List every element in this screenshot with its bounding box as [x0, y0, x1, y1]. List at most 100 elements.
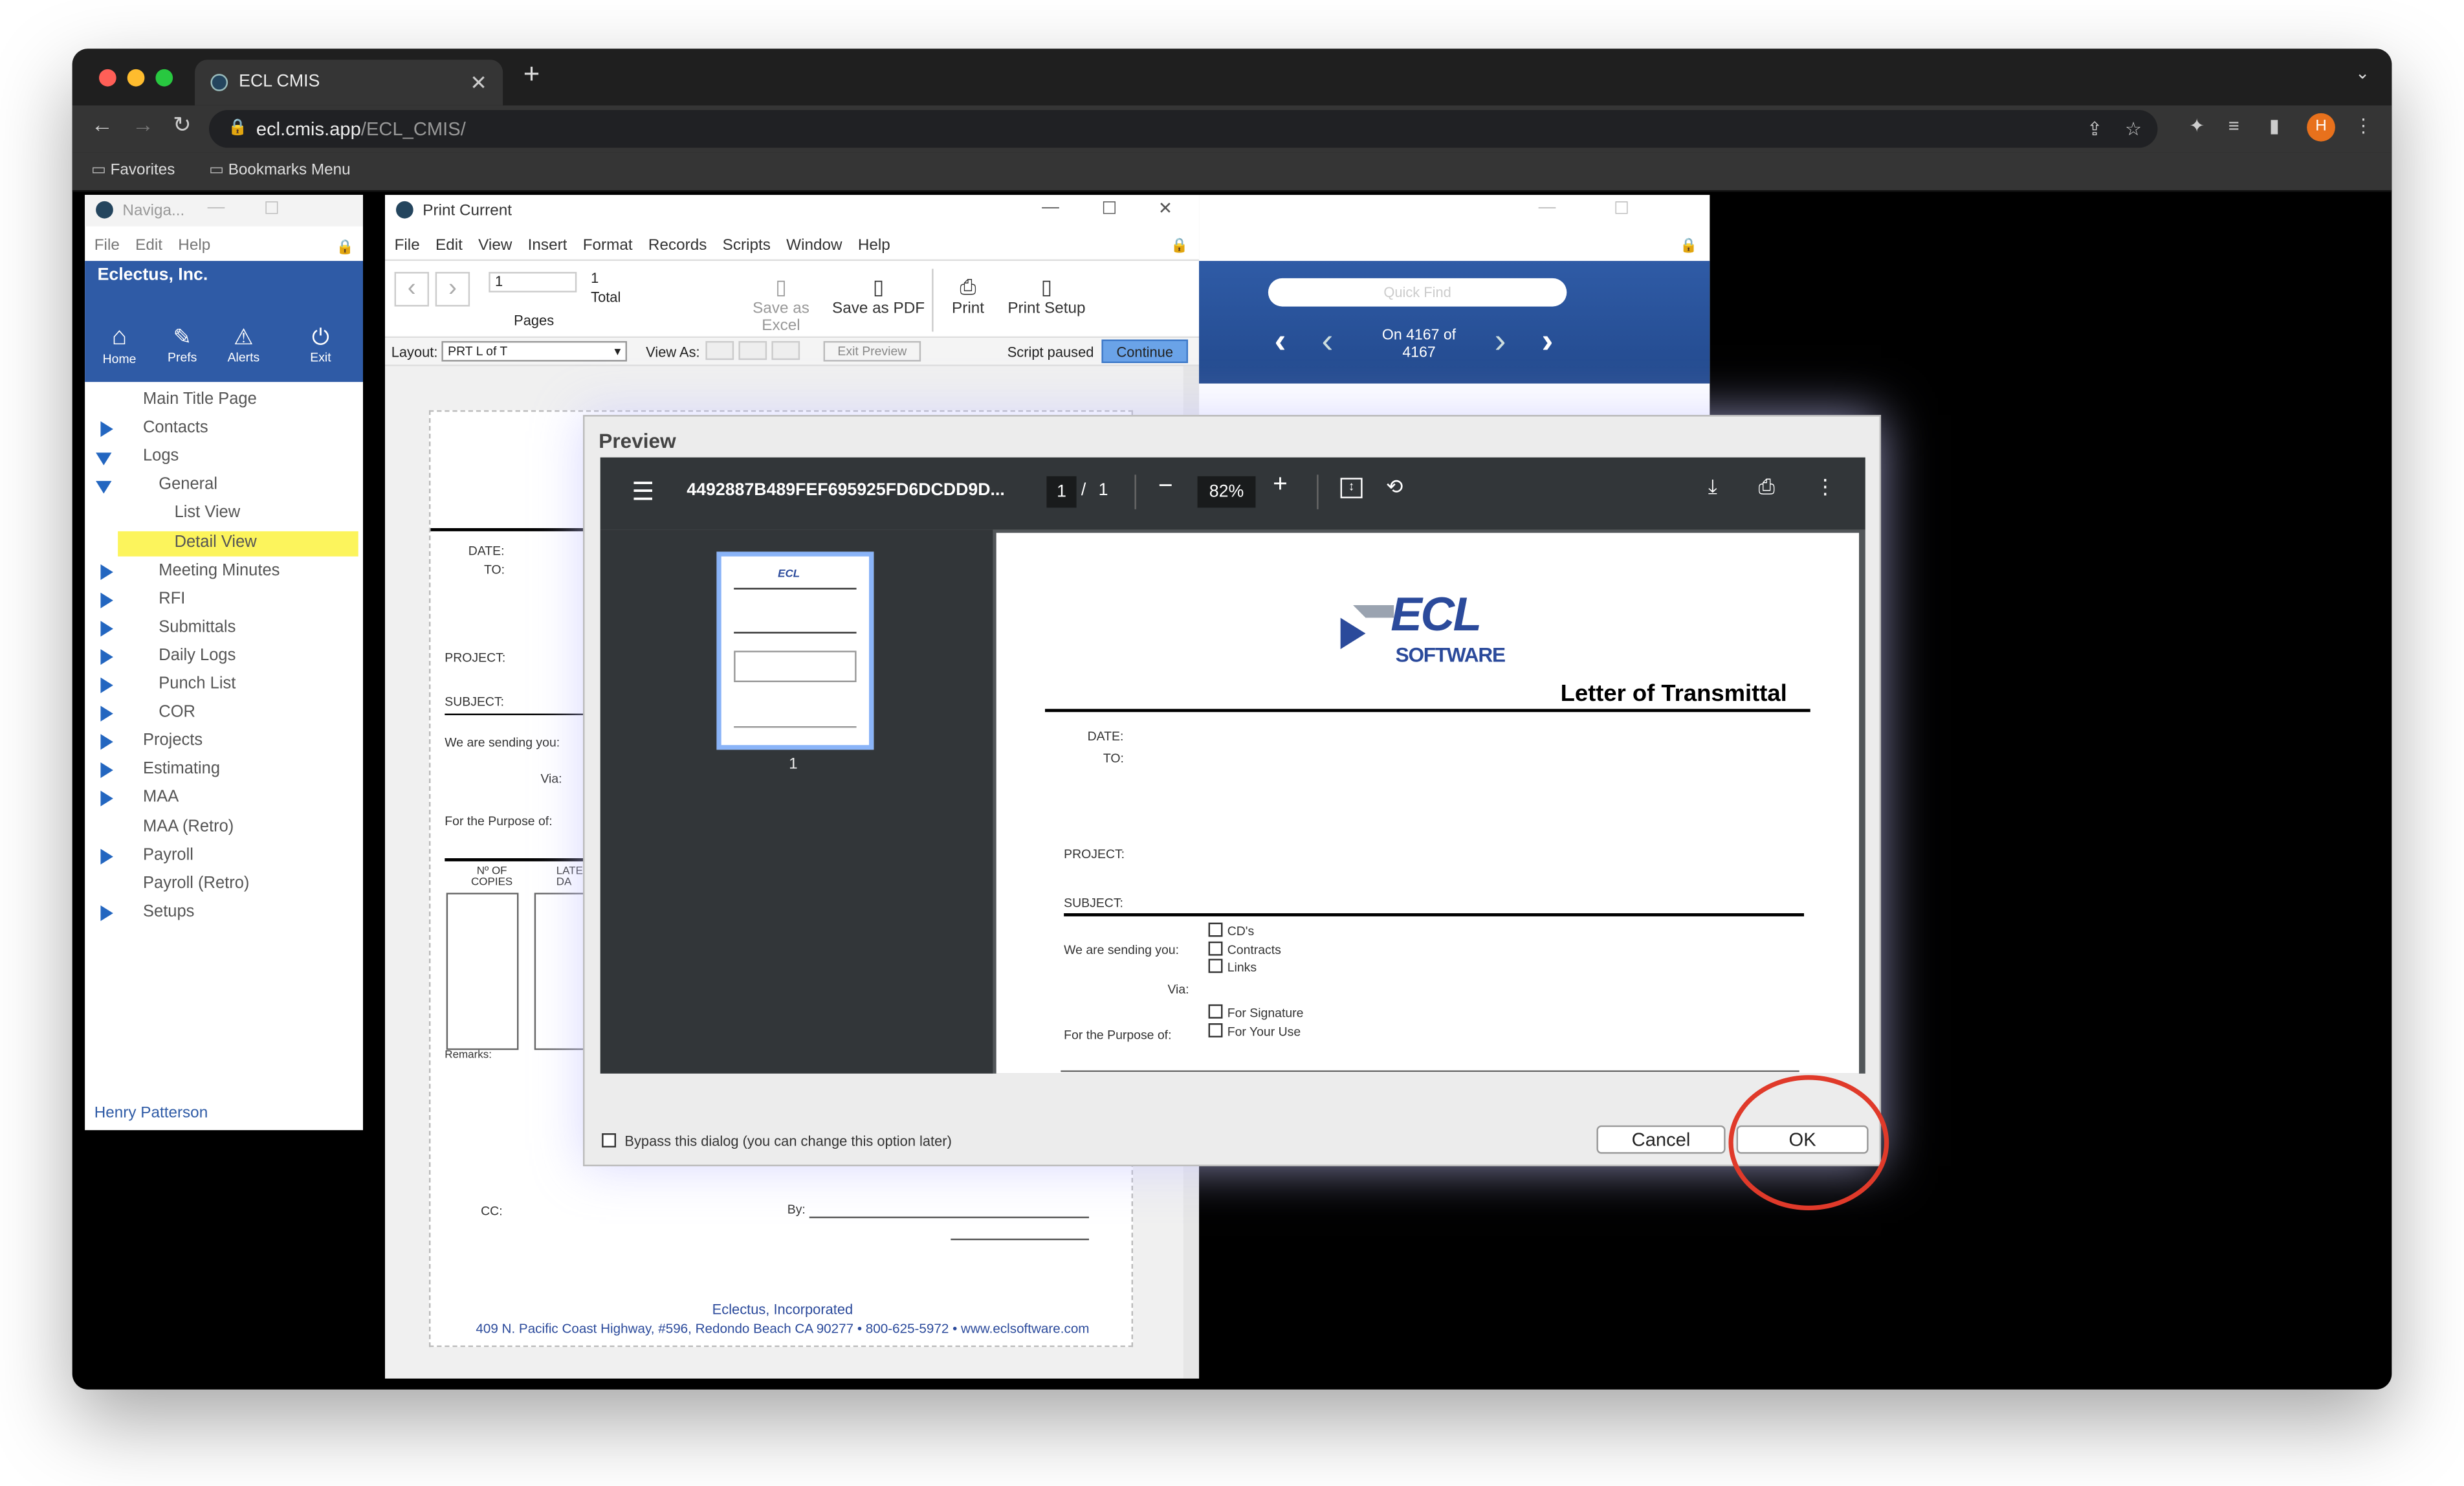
- tree-item[interactable]: RFI: [85, 586, 363, 614]
- browser-menu-icon[interactable]: ⋮: [2354, 115, 2373, 137]
- user-name[interactable]: Henry Patterson: [94, 1105, 208, 1122]
- tree-item[interactable]: COR: [85, 700, 363, 728]
- checkbox-option[interactable]: CD's: [1208, 922, 1281, 941]
- tree-item[interactable]: General: [85, 472, 363, 500]
- maximize-icon[interactable]: ☐: [264, 198, 280, 218]
- rotate-icon[interactable]: ⟲: [1386, 474, 1403, 500]
- side-panel-icon[interactable]: ▮: [2269, 115, 2280, 137]
- save-as-pdf-button[interactable]: ▯ Save as PDF: [831, 275, 926, 318]
- maximize-icon[interactable]: ☐: [1101, 198, 1117, 218]
- next-record-icon[interactable]: ›: [1495, 320, 1506, 361]
- print-button[interactable]: ⎙ Print: [938, 275, 998, 318]
- fit-page-icon[interactable]: ↕: [1340, 478, 1363, 498]
- view-as-list-button[interactable]: [738, 341, 767, 360]
- close-tab-icon[interactable]: ✕: [470, 60, 487, 105]
- view-as-table-button[interactable]: [771, 341, 800, 360]
- menu-format[interactable]: Format: [583, 238, 633, 255]
- tree-item[interactable]: Setups: [85, 899, 363, 927]
- share-icon[interactable]: ⇪: [2087, 110, 2102, 148]
- menu-insert[interactable]: Insert: [528, 238, 567, 255]
- prev-page-button[interactable]: ‹: [394, 272, 430, 307]
- caret-right-icon[interactable]: [100, 791, 113, 807]
- tree-item[interactable]: Meeting Minutes: [85, 557, 363, 586]
- tree-item[interactable]: Punch List: [85, 671, 363, 700]
- menu-file[interactable]: File: [395, 238, 420, 255]
- menu-view[interactable]: View: [478, 238, 512, 255]
- caret-right-icon[interactable]: [100, 649, 113, 665]
- checkbox[interactable]: [1208, 922, 1223, 937]
- tree-item[interactable]: MAA (Retro): [85, 814, 363, 842]
- caret-right-icon[interactable]: [100, 705, 113, 722]
- alerts-button[interactable]: ⚠ Alerts: [221, 324, 265, 364]
- checkbox-option[interactable]: Links: [1208, 959, 1281, 977]
- home-button[interactable]: ⌂ Home: [98, 324, 142, 366]
- tab-search-chevron-icon[interactable]: ⌄: [2355, 63, 2370, 83]
- checkbox-option[interactable]: For Your Use: [1208, 1022, 1304, 1041]
- bookmark-menu[interactable]: ▭ Bookmarks Menu: [209, 162, 351, 179]
- bypass-checkbox[interactable]: [602, 1133, 617, 1148]
- address-bar[interactable]: 🔒 ecl.cmis.app/ECL_CMIS/ ⇪ ☆: [209, 110, 2158, 148]
- tree-item[interactable]: Payroll: [85, 842, 363, 871]
- print-setup-button[interactable]: ▯ Print Setup: [1001, 275, 1092, 318]
- caret-down-icon[interactable]: [96, 452, 112, 466]
- first-record-icon[interactable]: ‹: [1275, 320, 1286, 361]
- close-window-button[interactable]: [99, 69, 116, 87]
- caret-right-icon[interactable]: [100, 592, 113, 608]
- menu-help[interactable]: Help: [178, 238, 210, 255]
- view-as-form-button[interactable]: [705, 341, 734, 360]
- exit-preview-button[interactable]: Exit Preview: [823, 341, 921, 362]
- back-icon[interactable]: ←: [91, 111, 113, 137]
- minimize-icon[interactable]: —: [208, 198, 225, 217]
- pdf-page-input[interactable]: 1: [1046, 476, 1077, 508]
- pdf-more-icon[interactable]: ⋮: [1815, 474, 1836, 500]
- next-page-button[interactable]: ›: [435, 272, 470, 307]
- extensions-icon[interactable]: ✦: [2189, 115, 2205, 137]
- prev-record-icon[interactable]: ‹: [1321, 320, 1333, 361]
- minimize-icon[interactable]: —: [1539, 198, 1556, 217]
- tree-item[interactable]: Detail View: [85, 529, 363, 557]
- minimize-icon[interactable]: —: [1042, 198, 1059, 217]
- zoom-in-icon[interactable]: +: [1273, 472, 1288, 500]
- continue-button[interactable]: Continue: [1101, 339, 1189, 364]
- maximize-icon[interactable]: ☐: [1614, 198, 1629, 218]
- minimize-window-button[interactable]: [127, 69, 145, 87]
- bookmark-favorites[interactable]: ▭ Favorites: [91, 162, 175, 179]
- caret-down-icon[interactable]: [96, 481, 112, 494]
- menu-edit[interactable]: Edit: [435, 238, 463, 255]
- tree-item[interactable]: List View: [85, 500, 363, 529]
- zoom-out-icon[interactable]: −: [1158, 473, 1173, 502]
- checkbox-option[interactable]: For Signature: [1208, 1004, 1303, 1023]
- tree-item[interactable]: Contacts: [85, 415, 363, 443]
- page-thumbnail[interactable]: ECL: [716, 551, 874, 750]
- menu-records[interactable]: Records: [648, 238, 707, 255]
- caret-right-icon[interactable]: [100, 905, 113, 921]
- layout-select[interactable]: PRT L of T ▾: [441, 341, 628, 362]
- pdf-print-icon[interactable]: ⎙: [1759, 474, 1775, 500]
- page-number-input[interactable]: 1: [489, 272, 577, 293]
- exit-button[interactable]: ⏻ Exit: [298, 324, 342, 364]
- caret-right-icon[interactable]: [100, 421, 113, 438]
- menu-edit[interactable]: Edit: [135, 238, 162, 255]
- tree-item[interactable]: Daily Logs: [85, 643, 363, 671]
- caret-right-icon[interactable]: [100, 563, 113, 580]
- tree-item[interactable]: Estimating: [85, 757, 363, 785]
- download-icon[interactable]: ⤓: [1708, 474, 1717, 500]
- bookmark-star-icon[interactable]: ☆: [2125, 110, 2142, 148]
- tree-item[interactable]: Payroll (Retro): [85, 871, 363, 899]
- checkbox[interactable]: [1208, 959, 1223, 973]
- reload-icon[interactable]: ↻: [173, 111, 191, 138]
- tree-item[interactable]: Submittals: [85, 614, 363, 643]
- checkbox[interactable]: [1208, 1022, 1223, 1037]
- checkbox-option[interactable]: Contracts: [1208, 940, 1281, 959]
- close-icon[interactable]: ✕: [1158, 198, 1172, 218]
- browser-tab[interactable]: ECL CMIS ✕: [195, 60, 503, 105]
- last-record-icon[interactable]: ›: [1541, 320, 1553, 361]
- menu-file[interactable]: File: [94, 238, 120, 255]
- pdf-zoom-input[interactable]: 82%: [1197, 476, 1256, 508]
- cancel-button[interactable]: Cancel: [1596, 1125, 1726, 1154]
- checkbox[interactable]: [1208, 940, 1223, 955]
- save-as-excel-button[interactable]: ▯ Save as Excel: [734, 275, 828, 335]
- caret-right-icon[interactable]: [100, 620, 113, 637]
- caret-right-icon[interactable]: [100, 677, 113, 694]
- menu-window[interactable]: Window: [786, 238, 842, 255]
